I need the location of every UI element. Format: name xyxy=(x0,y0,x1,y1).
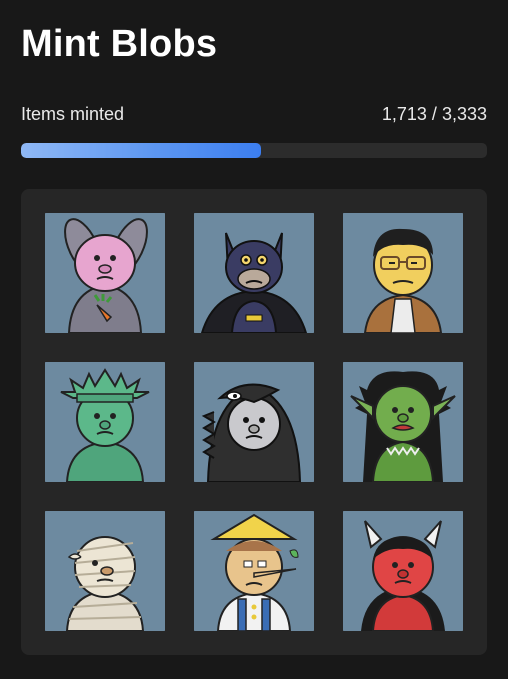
nft-tile-liberty[interactable] xyxy=(45,362,165,482)
minted-count: 1,713 xyxy=(381,104,427,124)
yellow-man-image xyxy=(343,213,463,333)
nft-tile-yellow-man[interactable] xyxy=(343,213,463,333)
nft-gallery xyxy=(21,189,487,655)
red-oni-image xyxy=(343,511,463,631)
page-title: Mint Blobs xyxy=(21,23,218,65)
nft-tile-pinocchio[interactable] xyxy=(194,511,314,631)
nft-tile-mummy[interactable] xyxy=(45,511,165,631)
nft-tile-bat-hero[interactable] xyxy=(194,213,314,333)
godzilla-image xyxy=(194,362,314,482)
pink-bunny-image xyxy=(45,213,165,333)
bat-hero-image xyxy=(194,213,314,333)
pinocchio-image xyxy=(194,511,314,631)
total-count: 3,333 xyxy=(441,104,487,124)
liberty-statue-image xyxy=(45,362,165,482)
nft-tile-godzilla[interactable] xyxy=(194,362,314,482)
mummy-image xyxy=(45,511,165,631)
progress-bar xyxy=(21,143,487,158)
nft-tile-red-oni[interactable] xyxy=(343,511,463,631)
nft-tile-pink-bunny[interactable] xyxy=(45,213,165,333)
nft-tile-green-troll[interactable] xyxy=(343,362,463,482)
progress-count: 1,713 / 3,333 xyxy=(382,104,487,125)
progress-label: Items minted xyxy=(21,104,125,124)
progress-bar-fill xyxy=(21,143,261,158)
green-troll-image xyxy=(343,362,463,482)
count-separator: / xyxy=(431,104,437,124)
